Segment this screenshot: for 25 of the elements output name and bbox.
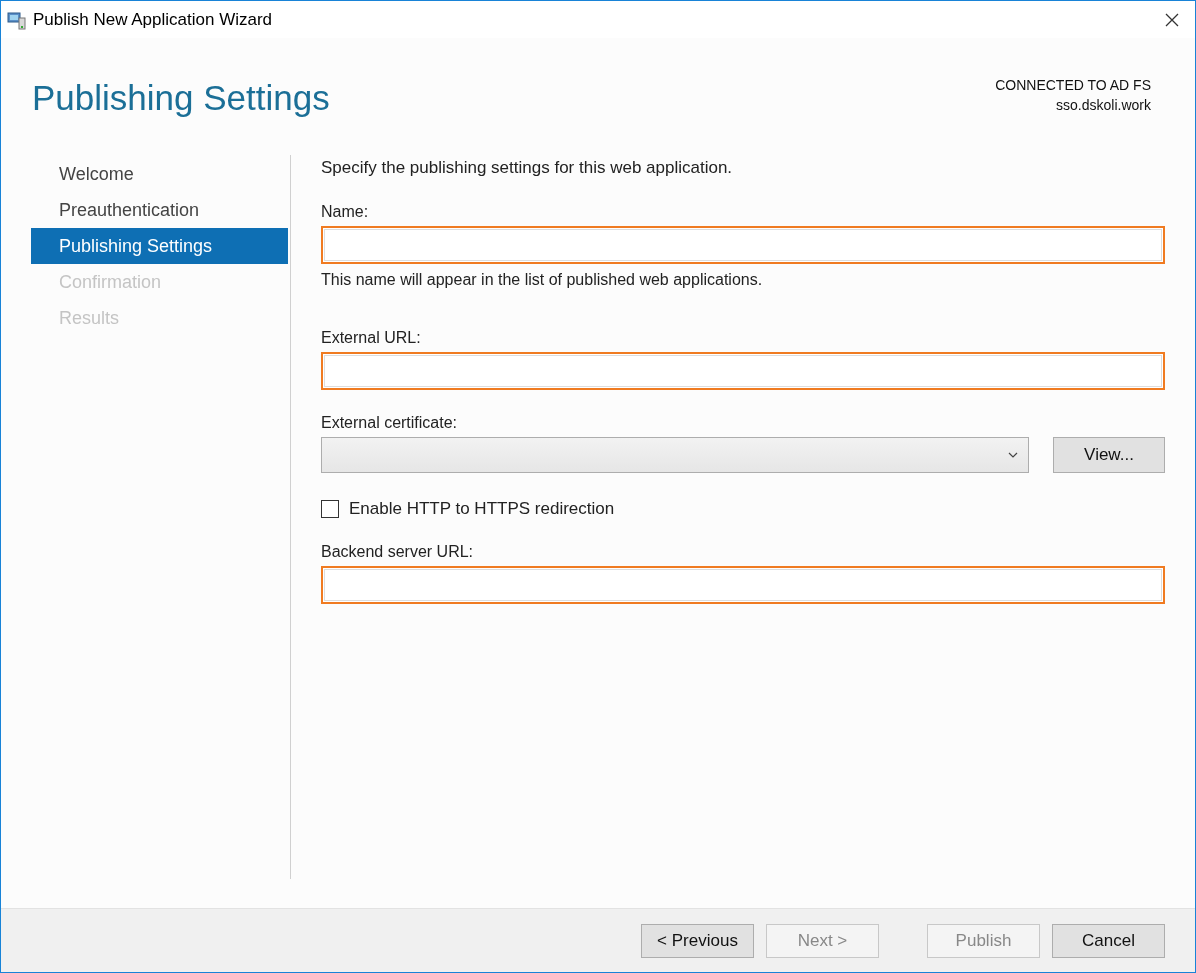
input-field[interactable]	[321, 566, 1165, 604]
page-title: Publishing Settings	[32, 78, 330, 119]
connection-status: CONNECTED TO AD FS	[995, 76, 1151, 95]
wizard-step[interactable]: Preauthentication	[31, 192, 288, 228]
wizard-button[interactable]: < Previous	[641, 923, 754, 958]
server-name: sso.dskoli.work	[1056, 96, 1151, 115]
wizard-button[interactable]: Cancel	[1052, 923, 1165, 958]
view-button[interactable]: View...	[1053, 437, 1165, 473]
checkbox-label[interactable]: Enable HTTP to HTTPS redirection	[349, 499, 615, 519]
field-label: Name:	[321, 202, 370, 222]
field-label: External certificate:	[321, 413, 459, 433]
certificate-dropdown[interactable]	[321, 437, 1029, 473]
field-hint: This name will appear in the list of published web applications.	[321, 270, 764, 290]
chevron-down-icon	[1008, 452, 1018, 458]
close-icon	[1165, 12, 1179, 27]
wizard-step[interactable]: Publishing Settings	[31, 228, 288, 264]
intro-text: Specify the publishing settings for this web application.	[321, 157, 734, 179]
checkbox[interactable]	[321, 500, 339, 518]
input-field[interactable]	[321, 226, 1165, 264]
server-computer-icon	[7, 9, 27, 30]
field-label: Backend server URL:	[321, 542, 475, 562]
input-field[interactable]	[321, 352, 1165, 390]
field-label: External URL:	[321, 328, 422, 348]
window-title: Publish New Application Wizard	[33, 9, 273, 30]
wizard-step[interactable]: Welcome	[31, 156, 288, 192]
